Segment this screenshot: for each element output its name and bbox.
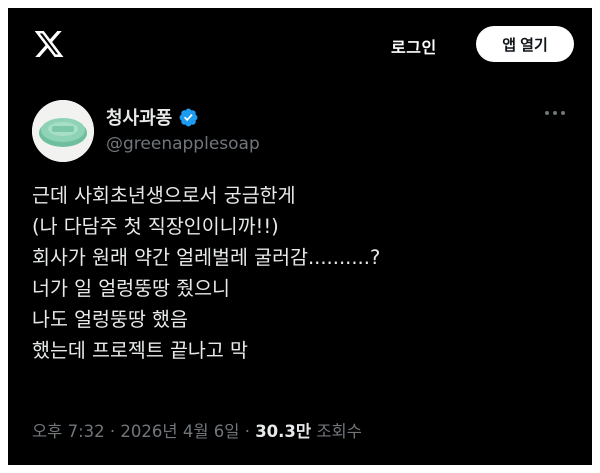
tweet-text: 근데 사회초년생으로서 궁금한게 (나 다담주 첫 직장인이니까!!) 회사가 … [32, 180, 572, 366]
more-options-icon[interactable] [542, 104, 568, 122]
green-soap-avatar [32, 100, 94, 162]
meta-separator: · [109, 422, 116, 441]
author-handle[interactable]: @greenapplesoap [106, 134, 260, 154]
open-app-button[interactable]: 앱 열기 [476, 26, 574, 62]
tweet-meta: 오후 7:32 · 2026년 4월 6일 · 30.3만 조회수 [32, 418, 362, 442]
tweet-line: 나도 얼렁뚱땅 했음 [32, 308, 188, 331]
views-count: 30.3만 [255, 422, 312, 441]
avatar[interactable] [32, 100, 94, 162]
tweet-date[interactable]: 2026년 4월 6일 [120, 422, 239, 441]
author-name-row: 청사과퐁 [106, 104, 199, 130]
display-name[interactable]: 청사과퐁 [106, 104, 172, 130]
verified-badge-icon [179, 108, 198, 126]
tweet-line: 회사가 원래 약간 얼레벌레 굴러감..........? [32, 246, 381, 269]
tweet-line: 했는데 프로젝트 끝나고 막 [32, 339, 248, 362]
tweet-line: 근데 사회초년생으로서 궁금한게 [32, 184, 296, 207]
tweet-time[interactable]: 오후 7:32 [32, 422, 105, 441]
top-bar: 로그인 앱 열기 [8, 8, 592, 80]
login-link[interactable]: 로그인 [391, 34, 437, 58]
tweet-line: (나 다담주 첫 직장인이니까!!) [32, 215, 279, 238]
tweet-line: 너가 일 얼렁뚱땅 줬으니 [32, 277, 230, 300]
views-label: 조회수 [316, 422, 362, 441]
meta-separator: · [244, 422, 250, 441]
x-logo-icon[interactable] [32, 28, 66, 60]
tweet-screen: 로그인 앱 열기 청사과퐁 @greenapplesoap 근데 사회초년생으로… [8, 8, 592, 465]
